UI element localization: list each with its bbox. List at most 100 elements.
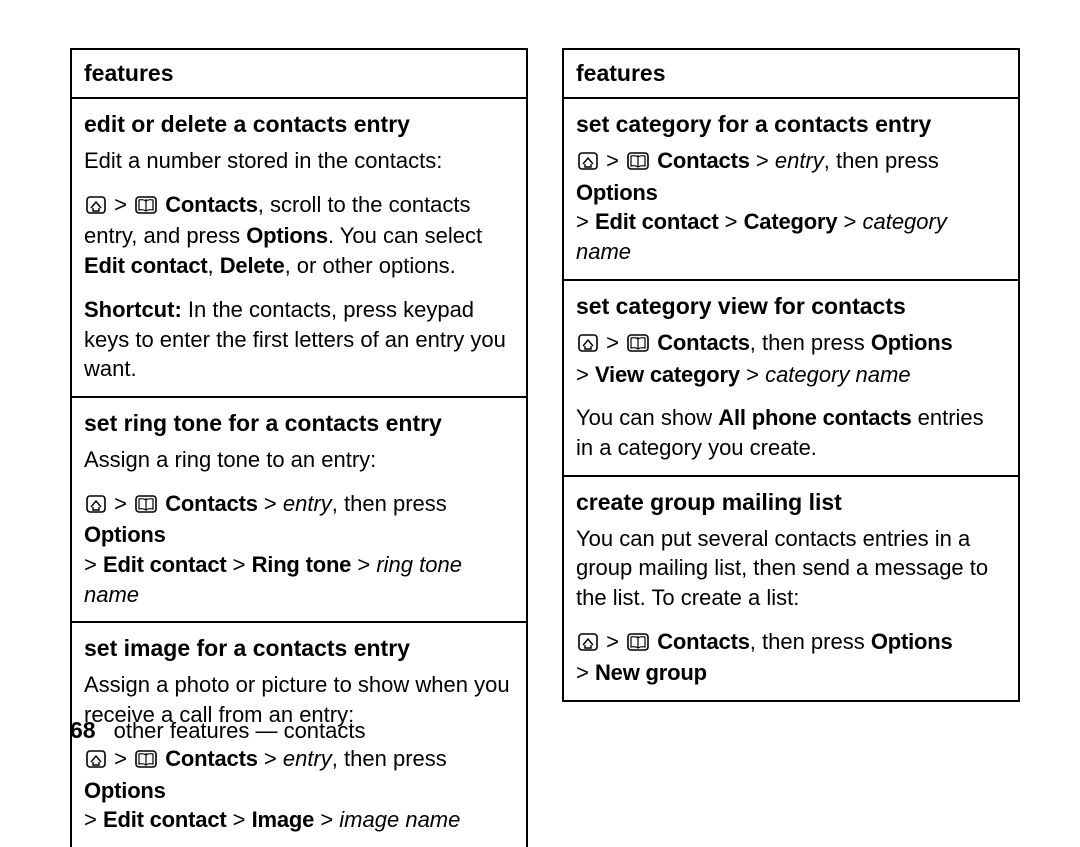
contacts-label: Contacts (165, 746, 258, 771)
options-label: Options (246, 223, 328, 248)
path-separator: > (746, 362, 759, 387)
home-icon (86, 491, 106, 521)
feature-nav-path: > Contacts > entry, then press Options >… (84, 489, 514, 610)
text-fragment: , then press (824, 148, 939, 173)
category-label: Category (744, 209, 838, 234)
path-separator: > (576, 660, 589, 685)
contacts-label: Contacts (657, 629, 750, 654)
table-header: features (71, 49, 527, 98)
feature-body: You can put several contacts entries in … (576, 524, 1006, 613)
home-icon (86, 192, 106, 222)
path-separator: > (606, 148, 619, 173)
feature-cell-set-category: set category for a contacts entry > Cont… (563, 98, 1019, 280)
delete-label: Delete (220, 253, 285, 278)
home-icon (578, 148, 598, 178)
image-label: Image (252, 807, 315, 832)
options-label: Options (871, 629, 953, 654)
text-fragment: You can show (576, 405, 718, 430)
path-separator: > (114, 192, 127, 217)
feature-nav-path: > Contacts, scroll to the contacts entry… (84, 190, 514, 281)
feature-cell-ringtone: set ring tone for a contacts entry Assig… (71, 397, 527, 622)
options-label: Options (871, 330, 953, 355)
contacts-label: Contacts (165, 491, 258, 516)
edit-contact-label: Edit contact (595, 209, 719, 234)
image-name-placeholder: image name (339, 807, 460, 832)
book-icon (135, 192, 157, 222)
feature-title: edit or delete a contacts entry (84, 109, 514, 140)
text-fragment: , or other options. (285, 253, 456, 278)
feature-cell-category-view: set category view for contacts > Contact… (563, 280, 1019, 476)
options-label: Options (576, 180, 658, 205)
path-separator: > (357, 552, 370, 577)
right-column: features set category for a contacts ent… (562, 48, 1020, 847)
text-fragment: , then press (750, 330, 871, 355)
path-separator: > (843, 209, 856, 234)
path-separator: > (576, 209, 589, 234)
edit-contact-label: Edit contact (84, 253, 208, 278)
entry-placeholder: entry (283, 491, 332, 516)
features-table-right: features set category for a contacts ent… (562, 48, 1020, 702)
contacts-label: Contacts (657, 330, 750, 355)
home-icon (578, 629, 598, 659)
feature-title: set ring tone for a contacts entry (84, 408, 514, 439)
book-icon (627, 330, 649, 360)
feature-cell-edit-delete: edit or delete a contacts entry Edit a n… (71, 98, 527, 397)
all-phone-contacts-label: All phone contacts (718, 405, 911, 430)
path-separator: > (84, 552, 97, 577)
feature-nav-path: > Contacts, then press Options > View ca… (576, 328, 1006, 389)
path-separator: > (320, 807, 333, 832)
book-icon (627, 629, 649, 659)
feature-nav-path: > Contacts > entry, then press Options >… (84, 744, 514, 835)
path-separator: > (725, 209, 738, 234)
text-fragment: . You can select (328, 223, 482, 248)
feature-nav-path: > Contacts > entry, then press Options >… (576, 146, 1006, 267)
page-number: 68 (70, 717, 96, 743)
feature-intro: Assign a ring tone to an entry: (84, 445, 514, 475)
category-name-placeholder: category name (765, 362, 911, 387)
feature-intro: Edit a number stored in the contacts: (84, 146, 514, 176)
shortcut-paragraph: Shortcut: In the contacts, press keypad … (84, 295, 514, 384)
ringtone-label: Ring tone (252, 552, 352, 577)
book-icon (135, 746, 157, 776)
contacts-label: Contacts (165, 192, 258, 217)
edit-contact-label: Edit contact (103, 807, 227, 832)
options-label: Options (84, 522, 166, 547)
path-separator: > (606, 629, 619, 654)
path-separator: > (114, 746, 127, 771)
manual-page: features edit or delete a contacts entry… (0, 0, 1080, 766)
contacts-label: Contacts (657, 148, 750, 173)
options-label: Options (84, 778, 166, 803)
text-fragment: , then press (332, 491, 447, 516)
edit-contact-label: Edit contact (103, 552, 227, 577)
path-separator: > (233, 807, 246, 832)
shortcut-label: Shortcut: (84, 297, 182, 322)
feature-cell-group-list: create group mailing list You can put se… (563, 476, 1019, 701)
feature-title: set category for a contacts entry (576, 109, 1006, 140)
feature-title: set category view for contacts (576, 291, 1006, 322)
path-separator: > (576, 362, 589, 387)
footer-text: other features — contacts (114, 718, 366, 743)
path-separator: > (114, 491, 127, 516)
home-icon (578, 330, 598, 360)
page-footer: 68 other features — contacts (70, 717, 366, 744)
entry-placeholder: entry (775, 148, 824, 173)
path-separator: > (264, 746, 277, 771)
text-fragment: , then press (750, 629, 871, 654)
table-header: features (563, 49, 1019, 98)
book-icon (627, 148, 649, 178)
path-separator: > (756, 148, 769, 173)
path-separator: > (84, 807, 97, 832)
book-icon (135, 491, 157, 521)
path-separator: > (264, 491, 277, 516)
entry-placeholder: entry (283, 746, 332, 771)
feature-title: create group mailing list (576, 487, 1006, 518)
path-separator: > (606, 330, 619, 355)
feature-body: You can show All phone contacts entries … (576, 403, 1006, 462)
view-category-label: View category (595, 362, 740, 387)
path-separator: > (233, 552, 246, 577)
new-group-label: New group (595, 660, 707, 685)
home-icon (86, 746, 106, 776)
feature-title: set image for a contacts entry (84, 633, 514, 664)
feature-nav-path: > Contacts, then press Options > New gro… (576, 627, 1006, 688)
text-fragment: , then press (332, 746, 447, 771)
